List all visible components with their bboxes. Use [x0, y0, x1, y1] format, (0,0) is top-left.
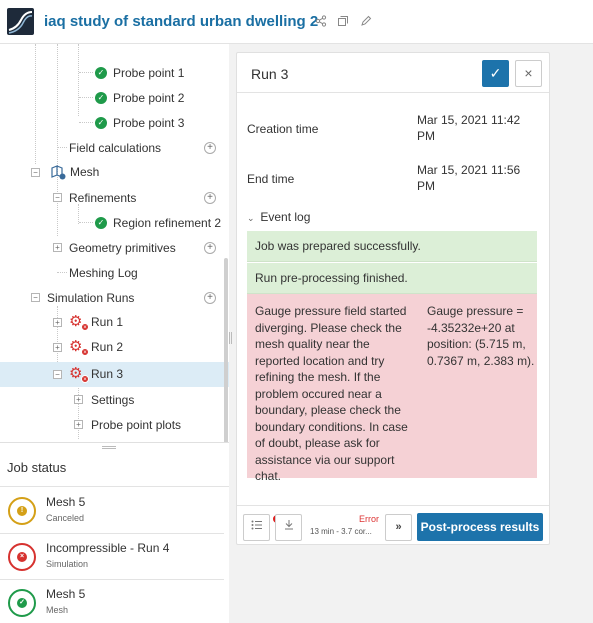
- tree-item-meshing-log[interactable]: Meshing Log: [0, 260, 229, 285]
- app-logo[interactable]: [7, 8, 34, 35]
- tree-item-run-2[interactable]: + ⚙ × Run 2: [0, 335, 229, 360]
- creation-time-value: Mar 15, 2021 11:42 PM: [417, 113, 521, 143]
- end-time-value: Mar 15, 2021 11:56 PM: [417, 163, 521, 193]
- creation-time-label: Creation time: [247, 122, 319, 136]
- check-icon: ✓: [95, 92, 107, 104]
- tree-item-refinements[interactable]: − Refinements +: [0, 185, 229, 210]
- tree-item-settings[interactable]: + Settings: [0, 387, 229, 412]
- gear-error-icon: ⚙ ×: [69, 339, 89, 356]
- expand-toggle[interactable]: +: [74, 420, 83, 429]
- check-icon: ✓: [489, 65, 502, 81]
- tree-item-mesh[interactable]: − Mesh: [0, 160, 229, 185]
- panel-resize-handle[interactable]: [229, 332, 232, 344]
- chevron-down-icon: ⌄: [247, 213, 255, 223]
- tree-item-probe-point-2[interactable]: ✓ Probe point 2: [0, 85, 229, 110]
- add-refinement-button[interactable]: +: [204, 192, 216, 204]
- event-log-toggle[interactable]: ⌄ Event log: [247, 210, 310, 224]
- check-icon: ✓: [95, 67, 107, 79]
- job-status-panel: Job status ! Mesh 5 Canceled × Incompres…: [0, 452, 229, 623]
- edit-icon[interactable]: [359, 15, 373, 29]
- close-icon: ×: [524, 65, 533, 81]
- add-geometry-primitive-button[interactable]: +: [204, 242, 216, 254]
- job-status-title: Job status: [7, 460, 67, 475]
- list-icon: [251, 520, 262, 530]
- mesh-icon: [49, 164, 67, 180]
- tree-item-probe-point-1[interactable]: ✓ Probe point 1: [0, 60, 229, 85]
- close-button[interactable]: ×: [515, 60, 542, 87]
- project-title[interactable]: iaq study of standard urban dwelling 2: [44, 13, 318, 30]
- log-list-button[interactable]: [243, 514, 282, 541]
- tree-item-probe-point-3[interactable]: ✓ Probe point 3: [0, 110, 229, 135]
- job-item[interactable]: ✓ Mesh 5 Mesh: [0, 580, 224, 623]
- tree-item-region-refinement-2[interactable]: ✓ Region refinement 2: [0, 210, 229, 235]
- splitter-grip[interactable]: [102, 446, 116, 449]
- collapse-toggle[interactable]: −: [31, 168, 40, 177]
- end-time-label: End time: [247, 172, 295, 186]
- job-item[interactable]: × Incompressible - Run 4 Simulation: [0, 534, 224, 580]
- double-chevron-right-icon: »: [395, 521, 402, 533]
- tree-item-geometry-primitives[interactable]: + Geometry primitives +: [0, 235, 229, 260]
- download-button[interactable]: [275, 514, 302, 541]
- card-header: Run 3 ✓ ×: [237, 53, 549, 93]
- tree-item-run-3[interactable]: − ⚙ × Run 3: [0, 362, 229, 387]
- card-footer: Error 13 min - 3.7 cor... » Post-process…: [237, 505, 549, 545]
- check-icon: ✓: [95, 217, 107, 229]
- job-item[interactable]: ! Mesh 5 Canceled: [0, 488, 224, 534]
- failed-status-icon: ×: [8, 543, 36, 571]
- collapse-toggle[interactable]: −: [53, 370, 62, 379]
- tree-scrollbar[interactable]: [224, 258, 228, 442]
- expand-toggle[interactable]: +: [53, 343, 62, 352]
- copy-icon[interactable]: [336, 15, 350, 29]
- next-step-button[interactable]: »: [385, 514, 412, 541]
- expand-toggle[interactable]: +: [53, 243, 62, 252]
- gear-error-icon: ⚙ ×: [69, 314, 89, 331]
- panel-splitter[interactable]: [0, 442, 229, 452]
- canceled-status-icon: !: [8, 497, 36, 525]
- error-detail: Gauge pressure = -4.35232e+20 at positio…: [427, 304, 535, 368]
- run-detail-card: Run 3 ✓ × Creation time Mar 15, 2021 11:…: [236, 52, 550, 545]
- tree-item-run-1[interactable]: + ⚙ × Run 1: [0, 310, 229, 335]
- app-header: iaq study of standard urban dwelling 2: [0, 0, 593, 44]
- tree-item-field-calculations[interactable]: Field calculations +: [0, 135, 229, 160]
- status-time: 13 min - 3.7 cor...: [310, 527, 372, 536]
- success-status-icon: ✓: [8, 589, 36, 617]
- check-icon: ✓: [95, 117, 107, 129]
- collapse-toggle[interactable]: −: [53, 193, 62, 202]
- collapse-toggle[interactable]: −: [31, 293, 40, 302]
- post-process-results-button[interactable]: Post-process results: [417, 513, 543, 541]
- confirm-button[interactable]: ✓: [482, 60, 509, 87]
- expand-toggle[interactable]: +: [53, 318, 62, 327]
- tree-item-simulation-runs[interactable]: − Simulation Runs +: [0, 285, 229, 310]
- event-log-entry-success: Run pre-processing finished.: [247, 263, 537, 294]
- share-icon[interactable]: [314, 15, 328, 29]
- add-simulation-run-button[interactable]: +: [204, 292, 216, 304]
- error-message: Gauge pressure field started diverging. …: [255, 304, 408, 483]
- status-label: Error: [359, 514, 379, 524]
- tree-item-probe-point-plots[interactable]: + Probe point plots: [0, 412, 229, 437]
- event-log-entry-error: Gauge pressure field started diverging. …: [247, 294, 537, 483]
- simulation-tree: ✓ Probe point 1 ✓ Probe point 2 ✓ Probe …: [0, 44, 229, 442]
- event-log-entry-success: Job was prepared successfully.: [247, 231, 537, 262]
- download-icon: [284, 520, 293, 530]
- run-title: Run 3: [251, 66, 289, 82]
- add-field-calculation-button[interactable]: +: [204, 142, 216, 154]
- expand-toggle[interactable]: +: [74, 395, 83, 404]
- gear-error-icon: ⚙ ×: [69, 366, 89, 383]
